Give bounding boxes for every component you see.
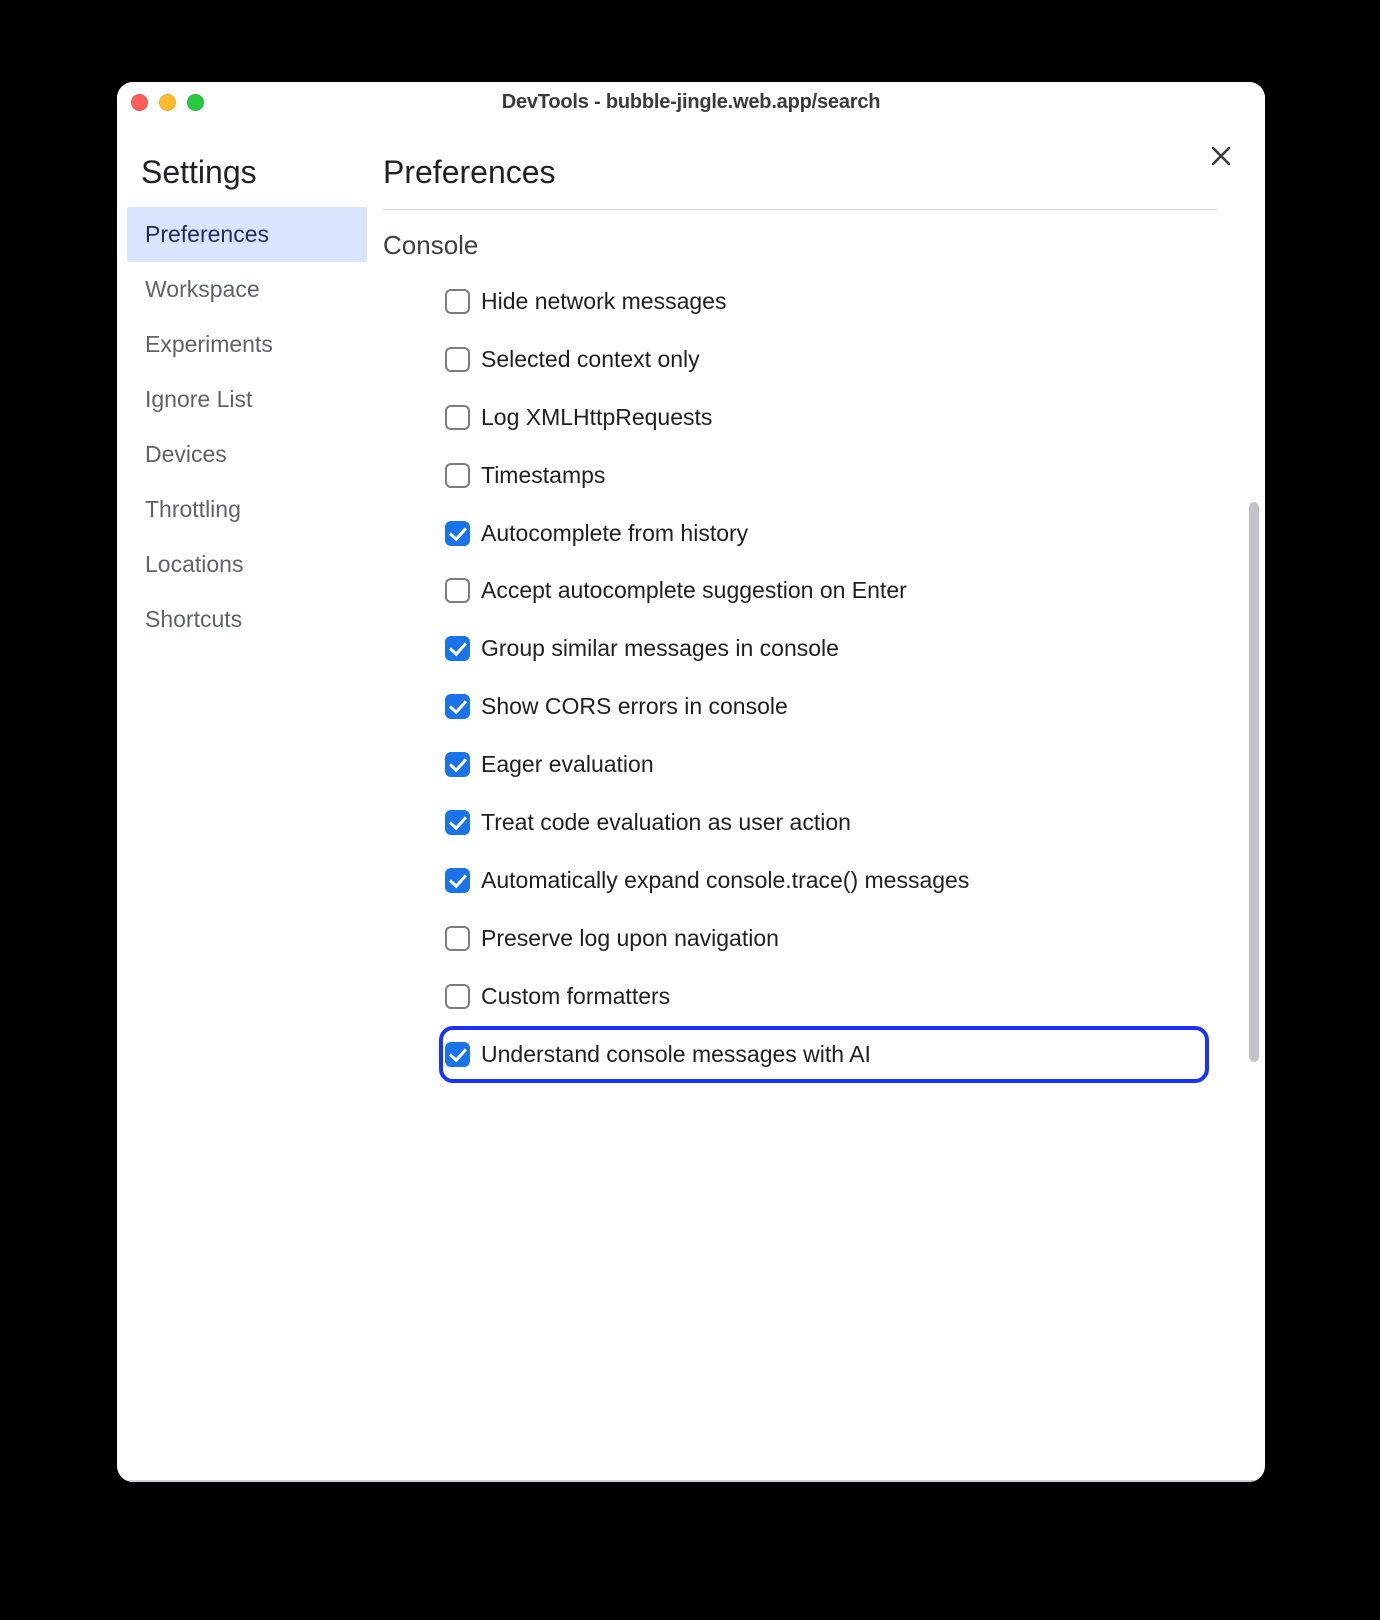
- sidebar-item-throttling[interactable]: Throttling: [127, 482, 367, 537]
- preference-label: Custom formatters: [481, 982, 1203, 1012]
- settings-sidebar: Settings Preferences Workspace Experiments…: [117, 122, 367, 1482]
- preference-row: Custom formatters: [439, 968, 1209, 1026]
- preference-row: Understand console messages with AI: [439, 1026, 1209, 1084]
- sidebar-item-label: Ignore List: [145, 386, 252, 412]
- sidebar-item-label: Shortcuts: [145, 606, 242, 632]
- window-title: DevTools - bubble-jingle.web.app/search: [117, 91, 1265, 114]
- preference-label: Accept autocomplete suggestion on Enter: [481, 576, 1203, 606]
- preference-row: Timestamps: [439, 447, 1209, 505]
- preference-label: Preserve log upon navigation: [481, 924, 1203, 954]
- preference-row: Group similar messages in console: [439, 620, 1209, 678]
- preference-label: Show CORS errors in console: [481, 692, 1203, 722]
- sidebar-item-devices[interactable]: Devices: [127, 427, 367, 482]
- preference-row: Autocomplete from history: [439, 505, 1209, 563]
- section-title: Console: [383, 230, 1217, 273]
- checkbox[interactable]: [445, 810, 470, 835]
- preference-row: Automatically expand console.trace() mes…: [439, 852, 1209, 910]
- sidebar-item-label: Experiments: [145, 331, 273, 357]
- preference-label: Timestamps: [481, 461, 1203, 491]
- preference-label: Understand console messages with AI: [481, 1040, 1197, 1070]
- preference-row: Selected context only: [439, 331, 1209, 389]
- sidebar-item-label: Preferences: [145, 221, 269, 247]
- checkbox[interactable]: [445, 289, 470, 314]
- preference-label: Treat code evaluation as user action: [481, 808, 1203, 838]
- preference-label: Autocomplete from history: [481, 519, 1203, 549]
- preference-label: Selected context only: [481, 345, 1203, 375]
- preference-label: Hide network messages: [481, 287, 1203, 317]
- checkbox[interactable]: [445, 984, 470, 1009]
- sidebar-item-workspace[interactable]: Workspace: [127, 262, 367, 317]
- preference-label: Eager evaluation: [481, 750, 1203, 780]
- sidebar-item-label: Workspace: [145, 276, 260, 302]
- sidebar-item-shortcuts[interactable]: Shortcuts: [127, 592, 367, 647]
- preference-row: Preserve log upon navigation: [439, 910, 1209, 968]
- checkbox[interactable]: [445, 463, 470, 488]
- checkbox[interactable]: [445, 521, 470, 546]
- preference-row: Hide network messages: [439, 273, 1209, 331]
- preference-row: Accept autocomplete suggestion on Enter: [439, 562, 1209, 620]
- devtools-window: DevTools - bubble-jingle.web.app/search …: [117, 82, 1265, 1482]
- sidebar-item-locations[interactable]: Locations: [127, 537, 367, 592]
- section-divider: [383, 209, 1217, 210]
- window-titlebar: DevTools - bubble-jingle.web.app/search: [117, 82, 1265, 122]
- checkbox[interactable]: [445, 405, 470, 430]
- page-title: Preferences: [383, 148, 1217, 209]
- checkbox[interactable]: [445, 347, 470, 372]
- preference-label: Automatically expand console.trace() mes…: [481, 866, 1203, 896]
- checkbox[interactable]: [445, 636, 470, 661]
- preference-row: Log XMLHttpRequests: [439, 389, 1209, 447]
- sidebar-title: Settings: [127, 148, 367, 203]
- preference-row: Treat code evaluation as user action: [439, 794, 1209, 852]
- window-bottom-edge: [117, 1480, 1265, 1482]
- sidebar-item-label: Throttling: [145, 496, 241, 522]
- scrollbar-thumb[interactable]: [1249, 502, 1259, 1062]
- checkbox[interactable]: [445, 578, 470, 603]
- checkbox[interactable]: [445, 752, 470, 777]
- preference-row: Show CORS errors in console: [439, 678, 1209, 736]
- checkbox[interactable]: [445, 694, 470, 719]
- checkbox[interactable]: [445, 1042, 470, 1067]
- checkbox[interactable]: [445, 868, 470, 893]
- sidebar-item-label: Locations: [145, 551, 243, 577]
- preference-label: Log XMLHttpRequests: [481, 403, 1203, 433]
- preference-row: Eager evaluation: [439, 736, 1209, 794]
- preferences-content: Preferences Console Hide network message…: [367, 122, 1265, 1482]
- checkbox[interactable]: [445, 926, 470, 951]
- sidebar-item-preferences[interactable]: Preferences: [127, 207, 367, 262]
- sidebar-item-label: Devices: [145, 441, 227, 467]
- preference-label: Group similar messages in console: [481, 634, 1203, 664]
- sidebar-item-ignore-list[interactable]: Ignore List: [127, 372, 367, 427]
- sidebar-item-experiments[interactable]: Experiments: [127, 317, 367, 372]
